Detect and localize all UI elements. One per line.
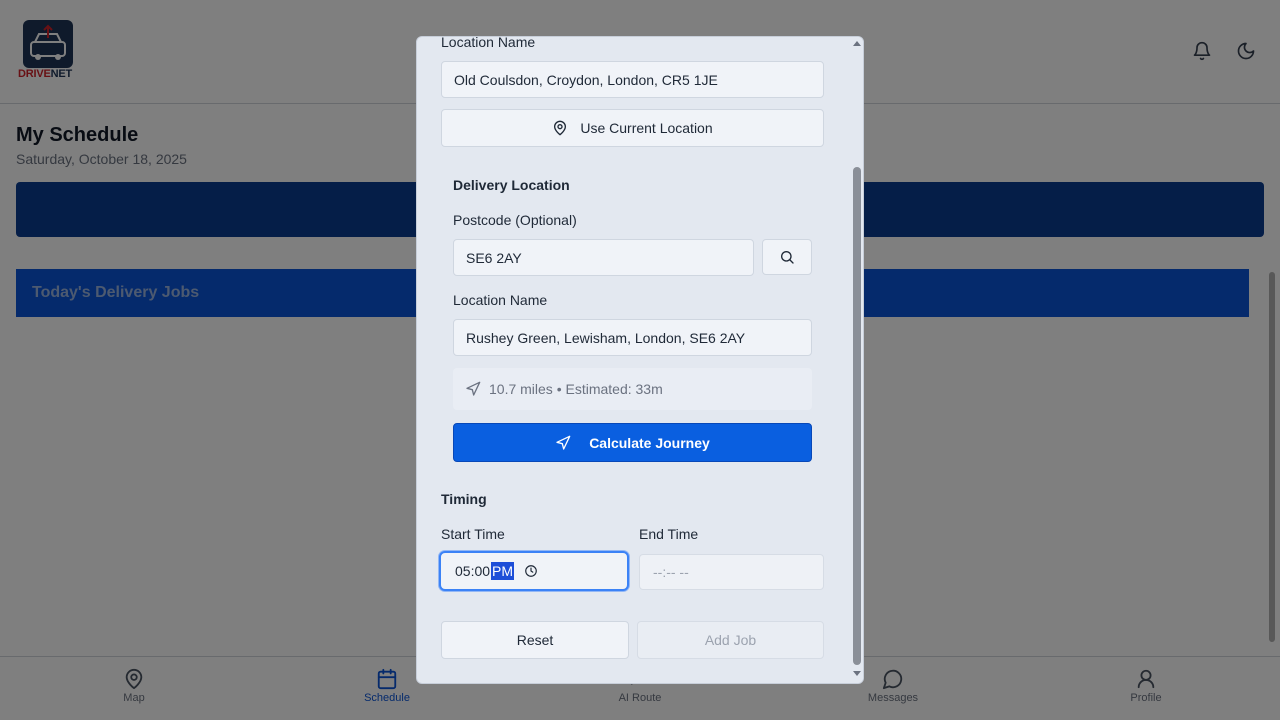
start-time-label: Start Time (441, 526, 505, 542)
add-job-modal: Location Name Old Coulsdon, Croydon, Lon… (416, 36, 864, 684)
timing-section-title: Timing (441, 491, 487, 507)
postcode-label: Postcode (Optional) (453, 212, 577, 228)
search-icon (781, 250, 794, 264)
modal-scrollbar-thumb[interactable] (853, 167, 861, 665)
use-current-location-label: Use Current Location (580, 120, 713, 136)
pickup-location-label: Location Name (441, 36, 536, 50)
calculate-journey-button[interactable]: Calculate Journey (453, 423, 812, 462)
postcode-input[interactable]: SE6 2AY (453, 239, 754, 276)
modal-scrollbar[interactable] (850, 37, 863, 683)
add-job-button[interactable]: Add Job (637, 621, 824, 659)
add-job-label: Add Job (704, 632, 757, 648)
calculate-journey-label: Calculate Journey (589, 434, 710, 451)
start-time-input[interactable]: 05:00 PM (439, 551, 629, 591)
delivery-section-title: Delivery Location (453, 177, 570, 193)
scroll-down-arrow-icon[interactable] (853, 671, 861, 676)
journey-info: 10.7 miles • Estimated: 33m (453, 368, 812, 410)
end-time-input[interactable]: --:-- -- (639, 554, 824, 590)
delivery-location-input[interactable]: Rushey Green, Lewisham, London, SE6 2AY (453, 319, 812, 356)
end-time-placeholder: --:-- -- (653, 564, 689, 580)
start-time-period[interactable]: PM (491, 562, 515, 580)
reset-button[interactable]: Reset (441, 621, 629, 659)
end-time-label: End Time (639, 526, 699, 542)
journey-info-text: 10.7 miles • Estimated: 33m (489, 381, 663, 397)
postcode-search-button[interactable] (762, 239, 812, 275)
delivery-location-label: Location Name (453, 292, 548, 308)
navigation-icon (556, 435, 571, 450)
navigation-icon (466, 381, 481, 396)
reset-label: Reset (516, 632, 554, 648)
clock-icon[interactable] (524, 564, 538, 578)
map-pin-icon (554, 120, 567, 136)
pickup-location-input[interactable]: Old Coulsdon, Croydon, London, CR5 1JE (441, 61, 824, 98)
use-current-location-button[interactable]: Use Current Location (441, 109, 824, 147)
scroll-up-arrow-icon[interactable] (853, 41, 861, 46)
start-time-value: 05:00 (455, 563, 491, 579)
